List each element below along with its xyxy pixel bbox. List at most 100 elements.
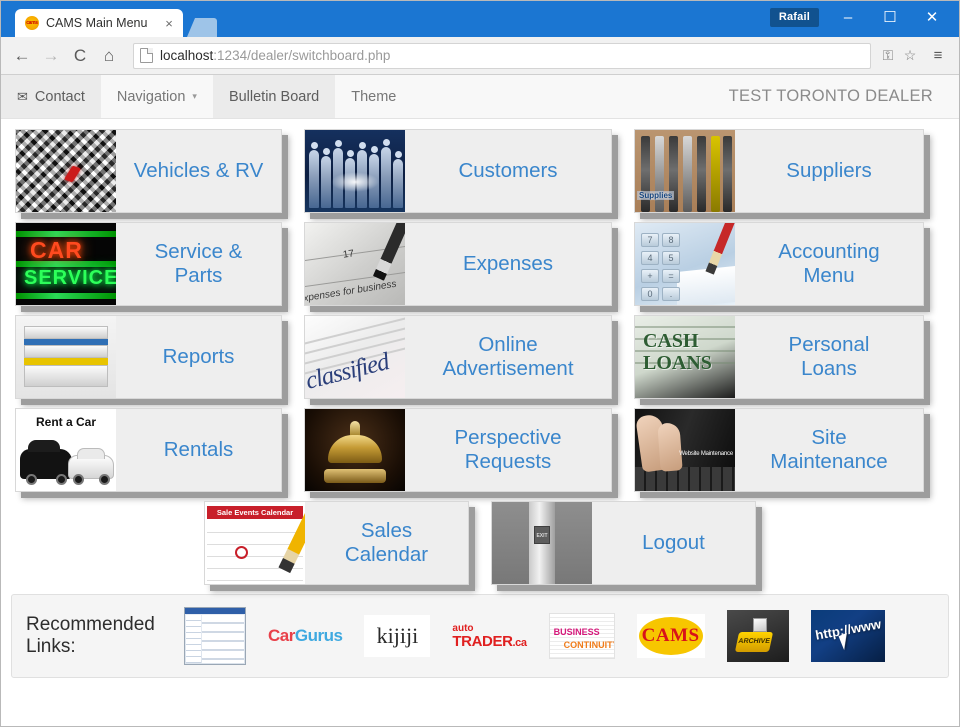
- calendar-thumb-header: Sale Events Calendar: [207, 506, 303, 519]
- autotrader-text-c: .ca: [512, 636, 527, 649]
- tile-sales-calendar[interactable]: Sale Events Calendar Sales Calendar: [204, 501, 469, 585]
- recommended-links-list: CarGurus kijiji auto TRADER.ca BUSINESS …: [184, 607, 885, 665]
- classified-thumb-word: classified: [305, 348, 392, 395]
- cams-screenshot-link[interactable]: [184, 607, 246, 665]
- chevron-down-icon: ▾: [192, 91, 197, 101]
- minimize-button[interactable]: –: [827, 2, 869, 32]
- tile-customers[interactable]: Customers: [304, 129, 612, 213]
- business-continuity-link[interactable]: BUSINESS CONTINUITY: [548, 613, 615, 659]
- browser-titlebar: cams CAMS Main Menu × Rafail – ☐ ✕: [1, 1, 959, 37]
- new-tab-button[interactable]: [187, 18, 217, 37]
- nav-item-contact[interactable]: ✉ Contact: [1, 75, 101, 118]
- url-host: localhost: [160, 48, 214, 63]
- cargurus-text-a: Car: [268, 626, 295, 645]
- tile-vehicles-rv[interactable]: Vehicles & RV: [15, 129, 282, 213]
- tile-accounting-menu[interactable]: 78 45 + = 0. Accounting Menu: [634, 222, 924, 306]
- kijiji-text: kijiji: [376, 623, 419, 648]
- neon-car-text: CAR: [30, 237, 83, 263]
- url-path: :1234/dealer/switchboard.php: [213, 48, 391, 63]
- suppliers-thumb-caption: Supplies: [637, 191, 675, 200]
- kijiji-link[interactable]: kijiji: [364, 615, 431, 657]
- tile-customers-label: Customers: [458, 159, 558, 183]
- browser-menu-icon[interactable]: ≡: [925, 43, 951, 69]
- cash-loans-thumb: CASH LOANS: [635, 316, 735, 398]
- tile-row: Vehicles & RV Customers Supplies Supplie…: [15, 129, 945, 213]
- tile-row: Sale Events Calendar Sales Calendar EXIT: [15, 501, 945, 585]
- reload-icon[interactable]: C: [67, 43, 93, 69]
- book-stack-thumb: [16, 316, 116, 398]
- tile-logout-label: Logout: [642, 531, 705, 555]
- app-navbar: ✉ Contact Navigation ▾ Bulletin Board Th…: [1, 75, 959, 119]
- tile-row: Rent a Car Rentals Perspective Requests …: [15, 408, 945, 492]
- recommended-links-bar: Recommended Links: CarGurus kijiji auto …: [11, 594, 949, 678]
- nav-item-navigation[interactable]: Navigation ▾: [101, 75, 213, 118]
- bookmark-star-icon[interactable]: ☆: [899, 47, 921, 64]
- tile-reports-label: Reports: [162, 345, 235, 369]
- bizcont-text-a: BUSINESS: [553, 627, 600, 637]
- neon-car-service-thumb: CAR SERVICE: [16, 223, 116, 305]
- browser-tab[interactable]: cams CAMS Main Menu ×: [15, 9, 183, 37]
- nav-item-theme[interactable]: Theme: [335, 75, 412, 118]
- archive-key-text: ARCHIVE: [734, 632, 773, 652]
- tile-accounting-menu-label: Accounting Menu: [778, 240, 880, 287]
- tile-site-maintenance[interactable]: Website Maintenance Site Maintenance: [634, 408, 924, 492]
- autotrader-link[interactable]: auto TRADER.ca: [452, 623, 527, 649]
- exit-turnstile-thumb: EXIT: [492, 502, 592, 584]
- navbar-spacer: [412, 75, 712, 118]
- maximize-button[interactable]: ☐: [869, 2, 911, 32]
- expenses-thumb-caption: xpenses for business: [305, 278, 398, 305]
- tile-online-advertisement[interactable]: classified Online Advertisement: [304, 315, 612, 399]
- tile-rentals[interactable]: Rent a Car Rentals: [15, 408, 282, 492]
- tile-reports[interactable]: Reports: [15, 315, 282, 399]
- tile-row: Reports classified Online Advertisement: [15, 315, 945, 399]
- tile-expenses[interactable]: 17 xpenses for business Expenses: [304, 222, 612, 306]
- logout-thumb-sign: EXIT: [534, 526, 550, 544]
- address-bar[interactable]: localhost:1234/dealer/switchboard.php: [133, 42, 871, 69]
- tile-online-advertisement-label: Online Advertisement: [442, 333, 574, 380]
- back-icon[interactable]: ←: [9, 43, 35, 69]
- archive-link[interactable]: ARCHIVE: [726, 610, 789, 662]
- rent-a-car-thumb: Rent a Car: [16, 409, 116, 491]
- home-icon[interactable]: ⌂: [96, 43, 122, 69]
- browser-window: cams CAMS Main Menu × Rafail – ☐ ✕ ← → C…: [0, 0, 960, 727]
- tile-suppliers[interactable]: Supplies Suppliers: [634, 129, 924, 213]
- neon-service-text: SERVICE: [24, 267, 116, 289]
- rent-thumb-header: Rent a Car: [35, 415, 97, 429]
- tab-close-icon[interactable]: ×: [161, 17, 177, 30]
- tile-row: CAR SERVICE Service & Parts 17 xpenses f…: [15, 222, 945, 306]
- calculator-thumb: 78 45 + = 0.: [635, 223, 735, 305]
- recommended-links-label: Recommended Links:: [26, 614, 155, 657]
- nav-item-theme-label: Theme: [351, 88, 397, 105]
- cams-favicon-icon: cams: [25, 16, 39, 30]
- http-www-link[interactable]: http://www: [810, 610, 885, 662]
- tile-site-maintenance-label: Site Maintenance: [770, 426, 888, 473]
- cargurus-link[interactable]: CarGurus: [268, 626, 343, 646]
- nav-item-bulletin-board-label: Bulletin Board: [228, 88, 320, 105]
- tile-vehicles-rv-label: Vehicles & RV: [133, 159, 264, 183]
- nav-item-bulletin-board[interactable]: Bulletin Board: [212, 75, 336, 118]
- tile-suppliers-label: Suppliers: [786, 159, 872, 183]
- tile-logout[interactable]: EXIT Logout: [491, 501, 756, 585]
- user-profile-chip[interactable]: Rafail: [769, 7, 819, 27]
- tile-service-parts[interactable]: CAR SERVICE Service & Parts: [15, 222, 282, 306]
- nav-item-navigation-label: Navigation: [116, 88, 186, 105]
- sale-events-calendar-thumb: Sale Events Calendar: [205, 502, 305, 584]
- service-bell-thumb: [305, 409, 405, 491]
- password-key-icon[interactable]: ⚿: [877, 47, 899, 64]
- tile-personal-loans[interactable]: CASH LOANS Personal Loans: [634, 315, 924, 399]
- tile-perspective-requests[interactable]: Perspective Requests: [304, 408, 612, 492]
- envelope-icon: ✉: [17, 88, 28, 104]
- nav-item-contact-label: Contact: [34, 88, 85, 105]
- cams-logo-oval: CAMS: [638, 617, 703, 655]
- forward-icon[interactable]: →: [38, 43, 64, 69]
- people-silhouettes-thumb: [305, 130, 405, 212]
- hands-typing-thumb: Website Maintenance: [635, 409, 735, 491]
- cargurus-text-b: Gurus: [294, 626, 343, 645]
- classifieds-thumb: classified: [305, 316, 405, 398]
- tile-sales-calendar-label: Sales Calendar: [344, 519, 429, 566]
- tab-strip: cams CAMS Main Menu ×: [15, 9, 217, 37]
- tile-perspective-requests-label: Perspective Requests: [454, 426, 562, 473]
- close-window-button[interactable]: ✕: [911, 2, 953, 32]
- diamond-plate-thumb: [16, 130, 116, 212]
- cams-logo-link[interactable]: CAMS: [636, 614, 705, 658]
